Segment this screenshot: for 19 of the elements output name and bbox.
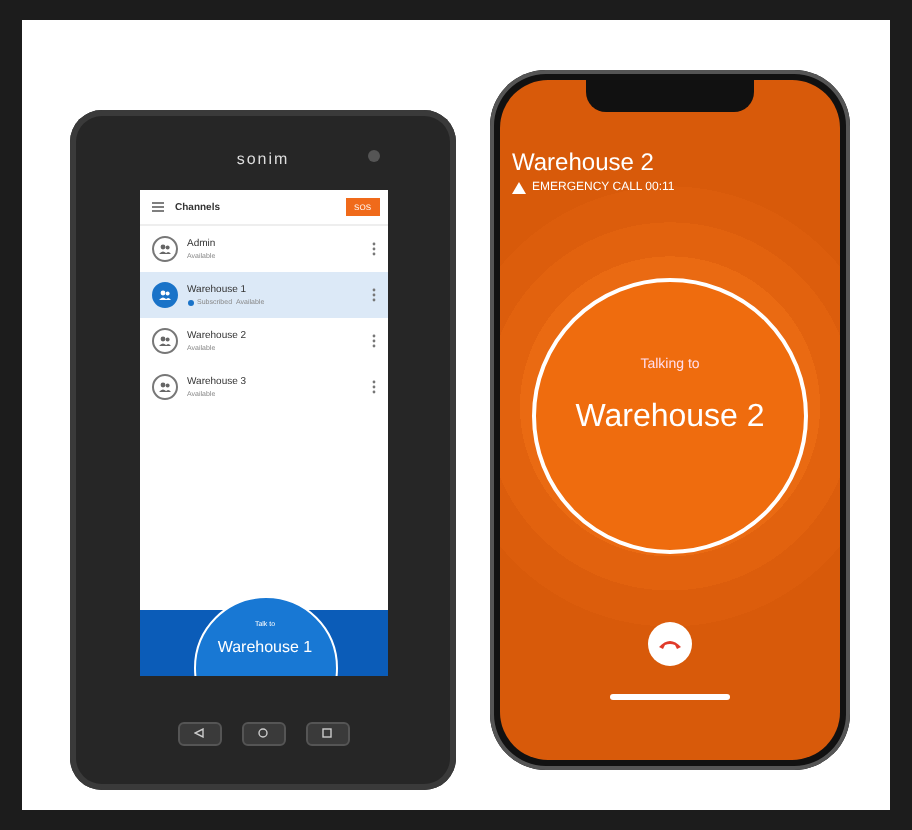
hang-up-button[interactable] <box>648 622 692 666</box>
menu-icon[interactable] <box>151 202 163 212</box>
back-icon <box>194 728 204 738</box>
group-icon <box>157 336 171 346</box>
back-key[interactable] <box>177 721 221 745</box>
phone-icon <box>658 638 682 650</box>
group-icon <box>157 290 171 300</box>
recent-key[interactable] <box>305 721 349 745</box>
home-key[interactable] <box>241 721 285 745</box>
call-title: Warehouse 2 <box>512 148 656 176</box>
group-icon <box>157 382 171 392</box>
square-icon <box>322 728 332 738</box>
talking-channel: Warehouse 2 <box>575 400 765 436</box>
brand-logo: sonim <box>236 149 290 167</box>
warning-icon <box>512 182 526 194</box>
home-icon <box>258 728 268 738</box>
group-icon <box>157 244 171 254</box>
home-indicator <box>610 694 730 700</box>
camera-icon <box>367 150 379 162</box>
